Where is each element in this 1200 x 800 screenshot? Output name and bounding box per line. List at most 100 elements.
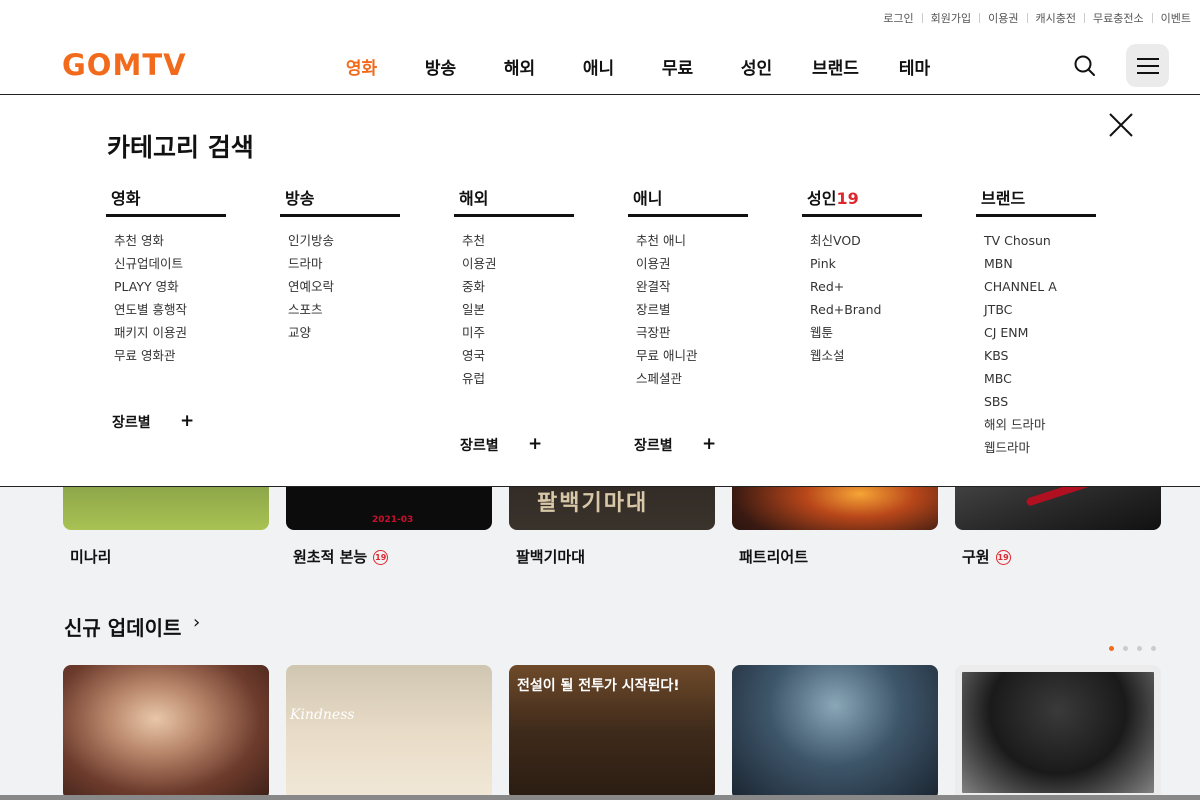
movie-title-basic-instinct[interactable]: 원초적 본능 19	[293, 546, 389, 567]
age-19-badge: 19	[995, 550, 1011, 565]
menu-button[interactable]	[1126, 44, 1169, 87]
gomtv-logo[interactable]: GOMTV	[62, 50, 204, 78]
carousel-dot[interactable]	[1123, 646, 1128, 651]
category-link[interactable]: JTBC	[984, 298, 1096, 321]
nav-brand[interactable]: 브랜드	[796, 54, 875, 79]
category-link[interactable]: PLAYY 영화	[114, 275, 226, 298]
search-button[interactable]	[1072, 53, 1098, 79]
category-column-broadcast: 방송 인기방송 드라마 연예오락 스포츠 교양	[280, 185, 400, 344]
category-link[interactable]: 연예오락	[288, 275, 400, 298]
plus-icon: +	[180, 411, 195, 431]
site-header: 로그인 회원가입 이용권 캐시충전 무료충전소 이벤트 GOMTV 영화 방송 …	[0, 0, 1200, 95]
nav-anime[interactable]: 애니	[559, 54, 638, 79]
cash-charge-link[interactable]: 캐시충전	[1036, 10, 1076, 26]
category-heading[interactable]: 브랜드	[976, 185, 1096, 217]
carousel-dot[interactable]	[1137, 646, 1142, 651]
genre-toggle-anime[interactable]: 장르별 +	[634, 434, 716, 455]
title-text: 패트리어트	[739, 548, 809, 566]
category-link[interactable]: 웹소설	[810, 344, 922, 367]
category-column-anime: 애니 추천 애니 이용권 완결작 장르별 극장판 무료 애니관 스페셜관	[628, 185, 748, 390]
genre-toggle-movie[interactable]: 장르별 +	[112, 411, 194, 432]
poster-fantasy[interactable]	[732, 665, 938, 800]
category-link[interactable]: 중화	[462, 275, 574, 298]
category-link[interactable]: 해외 드라마	[984, 413, 1096, 436]
category-link[interactable]: 스페셜관	[636, 367, 748, 390]
carousel-dot[interactable]	[1109, 646, 1114, 651]
carousel-dot[interactable]	[1151, 646, 1156, 651]
login-link[interactable]: 로그인	[883, 10, 913, 26]
category-link[interactable]: SBS	[984, 390, 1096, 413]
age-19-badge: 19	[373, 550, 389, 565]
signup-link[interactable]: 회원가입	[931, 10, 971, 26]
free-charge-link[interactable]: 무료충전소	[1093, 10, 1144, 26]
pass-link[interactable]: 이용권	[988, 10, 1018, 26]
category-link[interactable]: CHANNEL A	[984, 275, 1096, 298]
event-link[interactable]: 이벤트	[1161, 10, 1191, 26]
category-link[interactable]: 웹드라마	[984, 436, 1096, 459]
category-link[interactable]: 추천 영화	[114, 229, 226, 252]
category-link[interactable]: 이용권	[462, 252, 574, 275]
poster-date-text: 2021-03	[372, 515, 414, 525]
category-link[interactable]: KBS	[984, 344, 1096, 367]
category-link[interactable]: 무료 애니관	[636, 344, 748, 367]
close-button[interactable]	[1107, 111, 1135, 139]
category-link[interactable]: 일본	[462, 298, 574, 321]
category-link[interactable]: 웹툰	[810, 321, 922, 344]
nav-free[interactable]: 무료	[638, 54, 717, 79]
category-heading[interactable]: 방송	[280, 185, 400, 217]
poster-portrait[interactable]	[955, 665, 1161, 800]
category-column-brand: 브랜드 TV Chosun MBN CHANNEL A JTBC CJ ENM …	[976, 185, 1096, 459]
poster-the-father[interactable]	[63, 665, 269, 800]
nav-overseas[interactable]: 해외	[480, 54, 559, 79]
nav-theme[interactable]: 테마	[875, 54, 954, 79]
poster-battle[interactable]: 전설이 될 전투가 시작된다!	[509, 665, 715, 800]
category-link[interactable]: 무료 영화관	[114, 344, 226, 367]
category-link[interactable]: Red+Brand	[810, 298, 922, 321]
category-link[interactable]: 이용권	[636, 252, 748, 275]
movie-title-salvation[interactable]: 구원 19	[962, 546, 1011, 567]
category-link[interactable]: 유럽	[462, 367, 574, 390]
category-link[interactable]: 완결작	[636, 275, 748, 298]
category-link[interactable]: 추천 애니	[636, 229, 748, 252]
category-search-panel: 카테고리 검색 영화 추천 영화 신규업데이트 PLAYY 영화 연도별 흥행작…	[0, 95, 1200, 487]
category-link[interactable]: 미주	[462, 321, 574, 344]
category-heading[interactable]: 해외	[454, 185, 574, 217]
nav-broadcast[interactable]: 방송	[401, 54, 480, 79]
category-link[interactable]: 최신VOD	[810, 229, 922, 252]
section-more-arrow[interactable]: ›	[193, 612, 200, 633]
genre-toggle-overseas[interactable]: 장르별 +	[460, 434, 542, 455]
category-link[interactable]: Red+	[810, 275, 922, 298]
category-link[interactable]: 교양	[288, 321, 400, 344]
category-link[interactable]: MBN	[984, 252, 1096, 275]
poster-kindness[interactable]: Kindness	[286, 665, 492, 800]
category-link[interactable]: 극장판	[636, 321, 748, 344]
category-link[interactable]: 영국	[462, 344, 574, 367]
category-heading[interactable]: 성인19	[802, 185, 922, 217]
category-link[interactable]: 추천	[462, 229, 574, 252]
nav-adult[interactable]: 성인	[717, 54, 796, 79]
category-link[interactable]: 신규업데이트	[114, 252, 226, 275]
title-text: 팔백기마대	[516, 548, 586, 566]
section-title-new-update: 신규 업데이트	[64, 616, 182, 640]
category-column-overseas: 해외 추천 이용권 중화 일본 미주 영국 유럽	[454, 185, 574, 390]
divider	[1084, 13, 1086, 23]
movie-title-patriot[interactable]: 패트리어트	[739, 546, 808, 567]
category-link[interactable]: CJ ENM	[984, 321, 1096, 344]
category-heading[interactable]: 영화	[106, 185, 226, 217]
category-link[interactable]: Pink	[810, 252, 922, 275]
category-column-adult: 성인19 최신VOD Pink Red+ Red+Brand 웹툰 웹소설	[802, 185, 922, 367]
movie-title-800-cavalry[interactable]: 팔백기마대	[516, 546, 585, 567]
category-link[interactable]: 인기방송	[288, 229, 400, 252]
divider	[1151, 13, 1153, 23]
category-link[interactable]: 스포츠	[288, 298, 400, 321]
poster-script-text: Kindness	[290, 707, 355, 723]
movie-title-minari[interactable]: 미나리	[70, 546, 111, 567]
category-link[interactable]: 연도별 흥행작	[114, 298, 226, 321]
category-link[interactable]: MBC	[984, 367, 1096, 390]
nav-movie[interactable]: 영화	[322, 54, 401, 79]
category-heading[interactable]: 애니	[628, 185, 748, 217]
category-link[interactable]: 장르별	[636, 298, 748, 321]
category-link[interactable]: TV Chosun	[984, 229, 1096, 252]
category-link[interactable]: 드라마	[288, 252, 400, 275]
category-link[interactable]: 패키지 이용권	[114, 321, 226, 344]
